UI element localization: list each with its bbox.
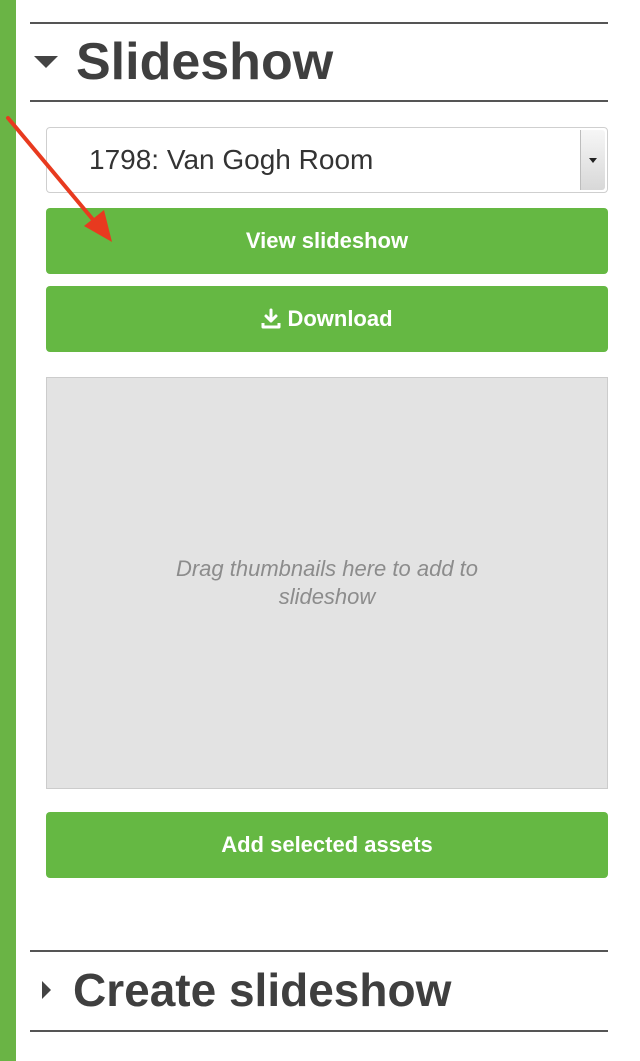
create-slideshow-section-header[interactable]: Create slideshow: [30, 952, 608, 1028]
create-slideshow-title: Create slideshow: [73, 964, 452, 1016]
thumbnail-dropzone[interactable]: Drag thumbnails here to add to slideshow: [46, 377, 608, 789]
slideshow-select-value: 1798: Van Gogh Room: [89, 144, 374, 175]
create-section-divider-bottom: [30, 1030, 608, 1032]
caret-down-icon[interactable]: [34, 56, 58, 68]
section-divider-bottom: [30, 100, 608, 102]
slideshow-section-title: Slideshow: [76, 33, 334, 91]
view-slideshow-label: View slideshow: [245, 228, 409, 253]
download-label: Download: [287, 306, 393, 331]
add-selected-assets-label: Add selected assets: [221, 832, 433, 857]
add-selected-assets-button[interactable]: Add selected assets: [46, 812, 608, 878]
slideshow-select[interactable]: 1798: Van Gogh Room: [46, 127, 608, 193]
select-arrow-icon[interactable]: [580, 130, 605, 190]
caret-right-icon[interactable]: [42, 981, 51, 999]
download-icon: [261, 308, 281, 330]
slideshow-section-header[interactable]: Slideshow: [30, 24, 608, 100]
download-button[interactable]: Download: [46, 286, 608, 352]
view-slideshow-button[interactable]: View slideshow: [46, 208, 608, 274]
dropzone-hint: Drag thumbnails here to add to slideshow: [175, 556, 479, 609]
